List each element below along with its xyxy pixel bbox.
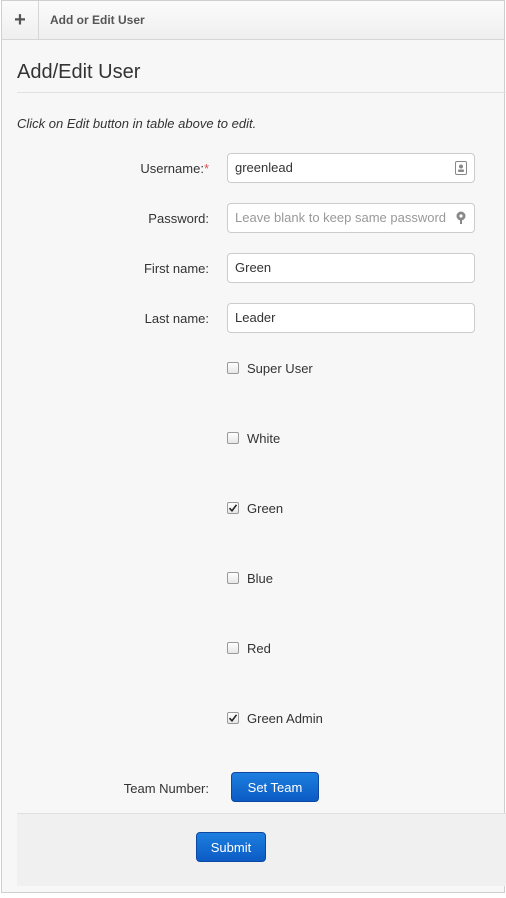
check-icon [228,714,238,723]
checkbox-white[interactable]: White [227,430,280,446]
checkbox-blue[interactable]: Blue [227,570,273,586]
edit-hint: Click on Edit button in table above to e… [17,116,257,131]
username-label: Username:* [140,161,209,176]
checkbox[interactable] [227,362,239,374]
required-mark: * [203,161,209,176]
checkbox[interactable] [227,432,239,444]
plus-icon[interactable]: + [2,1,39,39]
checkbox-checked[interactable] [227,712,239,724]
add-edit-user-panel: + Add or Edit User Add/Edit User Click o… [1,0,506,893]
panel-header: + Add or Edit User [2,1,504,40]
checkbox[interactable] [227,572,239,584]
first-name-label: First name: [143,261,209,276]
checkbox[interactable] [227,642,239,654]
last-name-input[interactable]: Leader [227,303,475,333]
set-team-button[interactable]: Set Team [231,772,319,802]
divider [17,92,506,93]
panel-header-title: Add or Edit User [50,13,145,27]
password-label: Password: [148,211,209,226]
first-name-input[interactable]: Green [227,253,475,283]
checkbox-green[interactable]: Green [227,500,283,516]
last-name-label: Last name: [144,311,209,326]
checkbox-super-user[interactable]: Super User [227,360,313,376]
check-icon [228,504,238,513]
team-number-label: Team Number: [123,781,209,796]
checkbox-red[interactable]: Red [227,640,271,656]
page-title: Add/Edit User [17,61,141,83]
submit-button[interactable]: Submit [196,832,266,862]
username-input[interactable]: greenlead [227,153,475,183]
contact-card-icon [455,161,467,175]
key-icon [456,211,466,224]
checkbox-checked[interactable] [227,502,239,514]
password-input[interactable]: Leave blank to keep same password [227,203,475,233]
checkbox-green-admin[interactable]: Green Admin [227,710,323,726]
